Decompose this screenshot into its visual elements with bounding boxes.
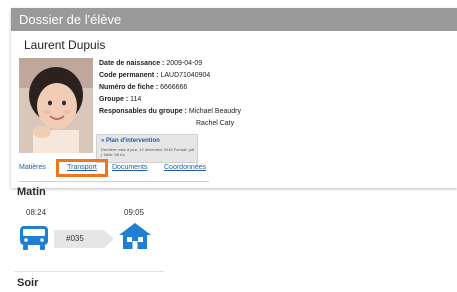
responsibles-label: Responsables du groupe :: [99, 108, 187, 115]
panel-header: Dossier de l'élève: [11, 8, 457, 31]
tab-documents[interactable]: Documents: [112, 164, 147, 171]
evening-divider: [14, 271, 164, 272]
info-group: Groupe : 114: [99, 94, 241, 106]
permanent-code-label: Code permanent :: [99, 72, 159, 79]
info-file-number: Numéro de fiche : 6666666: [99, 82, 241, 94]
student-info: Date de naissance : 2009-04-09 Code perm…: [99, 58, 241, 130]
group-value: 114: [128, 96, 142, 103]
intervention-plan-card[interactable]: » Plan d'intervention Dernière mise à jo…: [96, 134, 198, 163]
morning-arrival-time: 09:05: [124, 208, 145, 217]
student-photo: [19, 58, 93, 153]
bus-icon: [18, 224, 50, 252]
route-number: #035: [66, 234, 84, 243]
morning-section-title: Matin: [17, 186, 46, 198]
intervention-plan-meta: Dernière mise à jour: 12 décembre 2016 F…: [101, 147, 195, 157]
intervention-plan-link[interactable]: » Plan d'intervention: [101, 138, 160, 144]
responsible-1: Michael Beaudry: [186, 108, 241, 115]
route-arrow: [54, 230, 114, 248]
birthdate-value: 2009-04-09: [164, 60, 203, 67]
info-birthdate: Date de naissance : 2009-04-09: [99, 58, 241, 70]
group-label: Groupe :: [99, 96, 129, 103]
responsible-2: Rachel Caty: [196, 120, 235, 127]
school-icon: [117, 221, 153, 251]
file-number-value: 6666666: [158, 84, 188, 91]
info-permanent-code: Code permanent : LAUD71040904: [99, 70, 241, 82]
student-name: Laurent Dupuis: [24, 38, 106, 52]
tab-materials[interactable]: Matières: [19, 164, 46, 171]
birthdate-label: Date de naissance :: [99, 60, 165, 67]
tabs-divider: [19, 181, 209, 182]
panel-title: Dossier de l'élève: [19, 12, 122, 27]
morning-departure-time: 08:24: [26, 208, 47, 217]
info-group-responsibles: Responsables du groupe : Michael Beaudry: [99, 106, 241, 118]
evening-section-title: Soir: [17, 277, 39, 289]
file-number-label: Numéro de fiche :: [99, 84, 159, 91]
permanent-code-value: LAUD71040904: [158, 72, 211, 79]
tab-contacts[interactable]: Coordonnées: [164, 164, 206, 171]
tab-transport[interactable]: Transport: [56, 159, 108, 177]
